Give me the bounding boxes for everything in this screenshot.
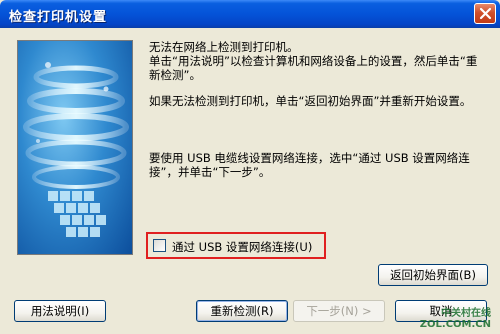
title-bar[interactable]: 检查打印机设置 bbox=[0, 0, 500, 28]
close-button[interactable] bbox=[474, 3, 496, 24]
window-title: 检查打印机设置 bbox=[9, 10, 108, 25]
redetect-button[interactable]: 重新检测(R) bbox=[196, 300, 288, 322]
site-watermark: 中关村在线 ZOL.COM.CN bbox=[420, 308, 491, 330]
instructions-button[interactable]: 用法说明(I) bbox=[14, 300, 106, 322]
network-graphic-icon bbox=[23, 62, 129, 237]
watermark-line1: 中关村在线 bbox=[441, 308, 491, 319]
setup-illustration bbox=[17, 40, 133, 255]
next-button[interactable]: 下一步(N) > bbox=[293, 300, 385, 322]
close-icon bbox=[479, 7, 492, 20]
dialog-content: 无法在网络上检测到打印机。 单击“用法说明”以检查计算机和网络设备上的设置，然后… bbox=[3, 28, 497, 334]
usb-option-highlight: 通过 USB 设置网络连接(U) bbox=[146, 232, 326, 259]
usb-hint-message: 要使用 USB 电缆线设置网络连接，选中“通过 USB 设置网络连接”，并单击“… bbox=[149, 151, 470, 179]
usb-setup-checkbox-label[interactable]: 通过 USB 设置网络连接(U) bbox=[172, 239, 312, 255]
watermark-line2: ZOL.COM.CN bbox=[419, 319, 491, 330]
dialog-window: 检查打印机设置 无法在网络上检测到打印机。 单击“用法说明”以检查计算机和网络设… bbox=[0, 0, 500, 334]
usb-setup-checkbox[interactable] bbox=[153, 239, 166, 252]
return-initial-button[interactable]: 返回初始界面(B) bbox=[378, 264, 488, 286]
error-message: 无法在网络上检测到打印机。 单击“用法说明”以检查计算机和网络设备上的设置，然后… bbox=[149, 40, 478, 82]
retry-hint-message: 如果无法检测到打印机，单击“返回初始界面”并重新开始设置。 bbox=[149, 94, 472, 108]
